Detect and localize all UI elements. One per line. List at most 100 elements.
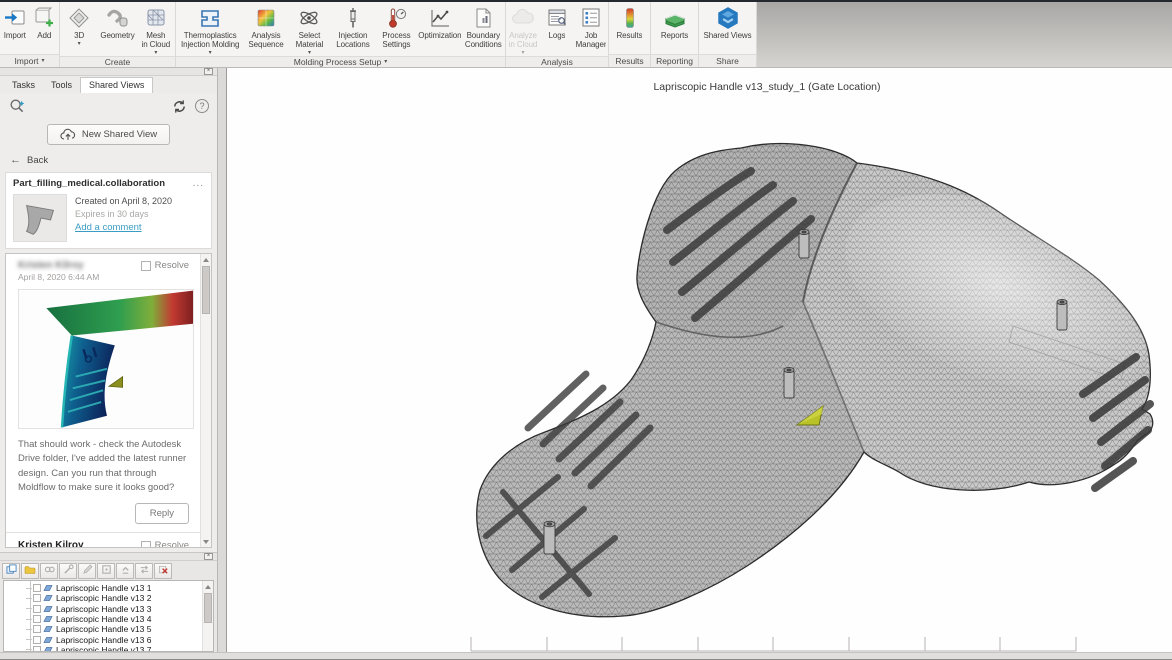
moldflow-app: Import Add Import▾ [0,0,1172,660]
tree-checkbox[interactable] [33,646,41,652]
tree-checkbox[interactable] [33,636,41,644]
sidebar-close-button[interactable]: × [204,68,213,75]
results-button[interactable]: Results [609,4,650,54]
comment-date: April 8, 2020 6:44 AM [18,272,189,282]
tree-item[interactable]: Lapriscopic Handle v13 6 [6,634,199,644]
group-label-import[interactable]: Import▾ [0,54,59,67]
mesh-in-cloud-button[interactable]: Mesh in Cloud ▾ [137,4,175,56]
tab-tasks[interactable]: Tasks [4,78,43,93]
optimization-button[interactable]: Optimization [418,4,461,56]
new-pane-icon [6,562,17,580]
sidebar: × Tasks Tools Shared Views ? [0,68,218,652]
tree-scrollbar[interactable] [202,581,213,651]
scroll-up-arrow[interactable] [203,581,213,592]
group-label-reporting: Reporting [651,54,698,67]
add-comment-link[interactable]: Add a comment [75,222,172,233]
wrench-tool-button[interactable] [59,563,77,579]
add-button[interactable]: Add [30,4,60,54]
tree-item[interactable]: Lapriscopic Handle v13 7 [6,645,199,652]
injection-locations-icon [341,5,365,31]
3d-viewport[interactable]: Lapriscopic Handle v13_study_1 (Gate Loc… [227,68,1172,652]
comment-header: Kristen Kilroy Resolve [18,260,189,271]
analysis-sequence-icon [254,5,278,31]
geometry-button[interactable]: Geometry [98,4,136,56]
swap-tool-button[interactable] [135,563,153,579]
shared-view-title: Part_filling_medical.collaboration [13,178,193,189]
refresh-icon[interactable] [172,99,187,114]
collapse-icon [120,562,131,580]
shared-view-thumbnail[interactable] [13,194,67,242]
tree-item[interactable]: Lapriscopic Handle v13 3 [6,604,199,614]
boundary-conditions-button[interactable]: Boundary Conditions [462,4,505,56]
comment-divider [6,532,201,533]
tree-item[interactable]: Lapriscopic Handle v13 2 [6,593,199,603]
pane-splitter[interactable] [218,68,227,652]
import-button[interactable]: Import [0,4,30,54]
card-menu-button[interactable]: ... [193,182,204,186]
dropdown-arrow-icon: ▾ [78,41,81,47]
select-tool-button[interactable] [40,563,58,579]
back-button[interactable]: ← Back [0,152,217,172]
tab-shared-views[interactable]: Shared Views [80,77,153,93]
comments-scrollbar[interactable] [200,254,211,547]
comment-text: That should work - check the Autodesk Dr… [18,438,189,495]
tree-checkbox[interactable] [33,605,41,613]
job-manager-button[interactable]: Job Manager [574,4,608,56]
tree-checkbox[interactable] [33,594,41,602]
group-label-share: Share [699,54,756,67]
resolve-checkbox[interactable] [141,541,151,549]
layer-icon [43,584,53,592]
edit-tool-button[interactable] [78,563,96,579]
group-label-molding-process-setup[interactable]: Molding Process Setup▾ [176,56,505,67]
find-shared-view-icon[interactable] [8,97,26,115]
results-icon [618,5,642,31]
tree-item[interactable]: Lapriscopic Handle v13 1 [6,583,199,593]
tree-item[interactable]: Lapriscopic Handle v13 4 [6,614,199,624]
tree-checkbox[interactable] [33,584,41,592]
model-tree: Lapriscopic Handle v13 1 Lapriscopic Han… [3,580,214,652]
shared-views-toolbar: ? [0,93,217,119]
reply-button[interactable]: Reply [135,503,189,524]
reports-button[interactable]: Reports [651,4,698,54]
new-shared-view-button[interactable]: New Shared View [47,124,170,145]
group-label-results: Results [609,54,650,67]
process-settings-button[interactable]: Process Settings [375,4,418,56]
comment-attachment-image[interactable] [18,289,194,429]
scroll-down-arrow[interactable] [201,536,211,547]
select-material-button[interactable]: Select Material ▾ [288,4,331,56]
open-folder-button[interactable] [21,563,39,579]
analysis-sequence-button[interactable]: Analysis Sequence [244,4,287,56]
model-canvas[interactable] [227,68,1172,652]
delete-red-icon [158,562,169,580]
frame-tool-button[interactable] [97,563,115,579]
delete-tool-button[interactable] [154,563,172,579]
group-label-create: Create [60,56,175,67]
scroll-up-arrow[interactable] [201,254,211,265]
3d-button[interactable]: 3D ▾ [60,4,98,56]
collapse-tool-button[interactable] [116,563,134,579]
scroll-thumb[interactable] [202,266,210,314]
tree-checkbox[interactable] [33,625,41,633]
new-pane-button[interactable] [2,563,20,579]
mesh-in-cloud-icon [144,5,168,31]
shared-views-button[interactable]: Shared Views [699,4,756,54]
tree-checkbox[interactable] [33,615,41,623]
resolve-checkbox[interactable] [141,261,151,271]
logs-button[interactable]: Logs [540,4,574,56]
scale-ruler [471,637,1076,651]
sidebar-tabs: Tasks Tools Shared Views [0,76,217,93]
thermoplastics-injection-molding-button[interactable]: Thermoplastics Injection Molding ▾ [176,4,244,56]
tab-tools[interactable]: Tools [43,78,80,93]
injection-locations-button[interactable]: Injection Locations [331,4,374,56]
scroll-thumb[interactable] [204,593,212,623]
tree-item[interactable]: Lapriscopic Handle v13 5 [6,624,199,634]
cloud-upload-icon [60,128,76,141]
ribbon-group-import: Import Add Import▾ [0,2,60,67]
comment-author: Kristen Kilroy [18,260,141,271]
help-icon[interactable]: ? [195,99,209,113]
comment-author: Kristen Kilroy [18,540,141,548]
swap-icon [139,562,150,580]
add-icon [32,5,56,31]
tree-panel-close-button[interactable]: × [204,553,213,560]
status-bar [0,652,1172,660]
